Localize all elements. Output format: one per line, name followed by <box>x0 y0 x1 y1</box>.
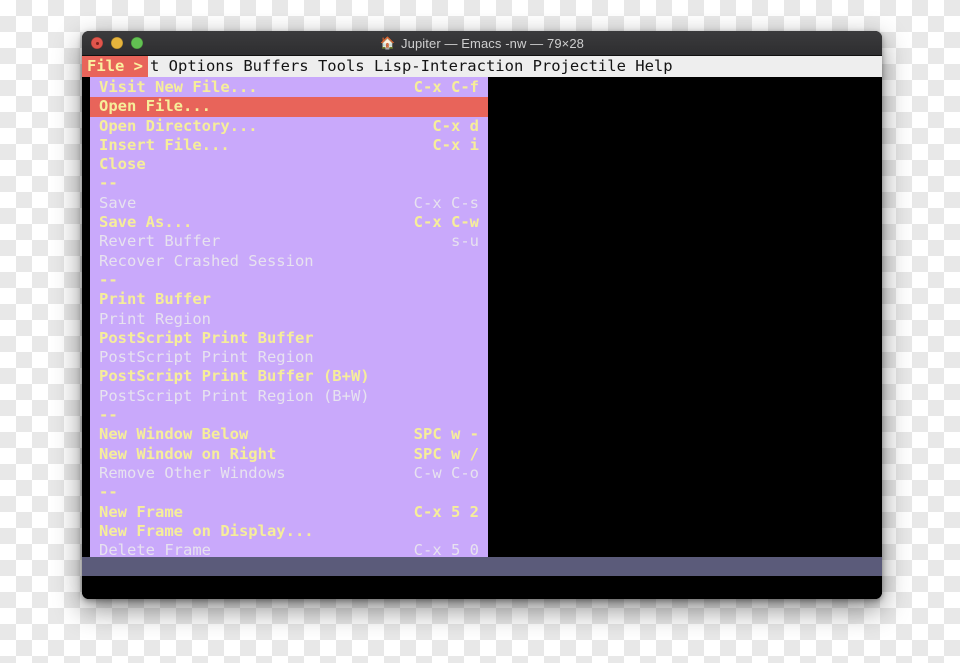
menu-item-label: -- <box>99 483 118 502</box>
menu-item[interactable]: PostScript Print Region (B+W) <box>90 387 488 406</box>
menu-item[interactable]: Remove Other Windows C-w C-o <box>90 464 488 483</box>
menu-item-label: Save As... <box>99 213 193 232</box>
menu-item-label: New Window Below <box>99 425 249 444</box>
window-title-text: Jupiter — Emacs -nw — 79×28 <box>401 35 584 51</box>
menu-item[interactable]: PostScript Print Buffer <box>90 329 488 348</box>
menu-item-label: -- <box>99 406 118 425</box>
menu-item-label: New Frame on Display... <box>99 521 314 540</box>
menu-item-label: New Window on Right <box>99 444 277 463</box>
menu-item-label: Insert File... <box>99 135 230 154</box>
menu-item-label: Save <box>99 193 137 212</box>
menu-item[interactable]: Save As... C-x C-w <box>90 213 488 232</box>
menu-item-shortcut: s-u <box>451 232 479 251</box>
window-title: 🏠 Jupiter — Emacs -nw — 79×28 <box>82 36 882 51</box>
menu-item[interactable]: Open Directory... C-x d <box>90 117 488 136</box>
menu-item-label: Revert Buffer <box>99 232 221 251</box>
emacs-terminal-window: 🏠 Jupiter — Emacs -nw — 79×28 File > t O… <box>82 31 882 599</box>
menu-separator: -- <box>90 406 488 425</box>
menu-separator: -- <box>90 483 488 502</box>
menu-item[interactable]: Print Buffer <box>90 290 488 309</box>
close-button[interactable] <box>91 37 103 49</box>
menu-item-label: PostScript Print Region <box>99 348 314 367</box>
menu-item[interactable]: Visit New File... C-x C-f <box>90 78 488 97</box>
menu-item-label: Open Directory... <box>99 116 258 135</box>
menu-item[interactable]: Print Region <box>90 310 488 329</box>
menu-file[interactable]: File > <box>82 56 148 77</box>
traffic-light-group <box>91 37 143 49</box>
menu-item[interactable]: New Window on Right SPC w / <box>90 445 488 464</box>
menu-item-label: PostScript Print Region (B+W) <box>99 386 370 405</box>
menu-item[interactable]: New Frame C-x 5 2 <box>90 503 488 522</box>
menu-item-label: Remove Other Windows <box>99 463 286 482</box>
menu-item[interactable]: PostScript Print Region <box>90 348 488 367</box>
menu-item[interactable]: Save C-x C-s <box>90 194 488 213</box>
menu-separator: -- <box>90 271 488 290</box>
menu-item[interactable]: Open File... <box>90 97 488 117</box>
menu-item[interactable]: Revert Buffer s-u <box>90 232 488 251</box>
menu-item-shortcut: C-x d <box>432 116 479 135</box>
menu-item[interactable]: Close <box>90 155 488 174</box>
menu-item-label: Visit New File... <box>99 78 258 96</box>
menu-bar-remaining-items[interactable]: t Options Buffers Tools Lisp-Interaction… <box>148 56 673 77</box>
emacs-echo-area: Read an existing file into an Emacs buff… <box>82 576 882 599</box>
menu-item-label: PostScript Print Buffer (B+W) <box>99 367 370 386</box>
menu-item-label: Print Region <box>99 309 211 328</box>
menu-item-label: -- <box>99 174 118 193</box>
maximize-button[interactable] <box>131 37 143 49</box>
window-titlebar[interactable]: 🏠 Jupiter — Emacs -nw — 79×28 <box>82 31 882 56</box>
menu-item-label: New Frame <box>99 502 183 521</box>
file-menu-dropdown[interactable]: Visit New File... C-x C-f Open File... Open… <box>90 77 488 580</box>
menu-item-label: Print Buffer <box>99 290 211 309</box>
emacs-menu-bar: File > t Options Buffers Tools Lisp-Inte… <box>82 56 882 77</box>
menu-item-label: Open File... <box>99 97 211 116</box>
menu-item-label: -- <box>99 270 118 289</box>
menu-item-shortcut: SPC w - <box>413 425 479 444</box>
menu-item-shortcut: C-x i <box>432 135 479 154</box>
menu-item-shortcut: C-w C-o <box>413 463 479 482</box>
menu-item-label: Close <box>99 155 146 174</box>
terminal-viewport: File > t Options Buffers Tools Lisp-Inte… <box>82 56 882 599</box>
menu-item[interactable]: Recover Crashed Session <box>90 252 488 271</box>
menu-item[interactable]: New Frame on Display... <box>90 522 488 541</box>
menu-item-shortcut: C-x C-w <box>413 213 479 232</box>
menu-item[interactable]: New Window Below SPC w - <box>90 425 488 444</box>
minimize-button[interactable] <box>111 37 123 49</box>
menu-separator: -- <box>90 174 488 193</box>
emacs-mode-line: > (Lisp Interaction FlyC- Projectile W <box>82 557 882 576</box>
menu-item-shortcut: C-x C-s <box>413 193 479 212</box>
menu-item-label: PostScript Print Buffer <box>99 328 314 347</box>
menu-item[interactable]: Insert File... C-x i <box>90 136 488 155</box>
menu-item-label: Recover Crashed Session <box>99 251 314 270</box>
menu-item-shortcut: SPC w / <box>413 444 479 463</box>
home-icon: 🏠 <box>379 36 396 50</box>
menu-item[interactable]: PostScript Print Buffer (B+W) <box>90 367 488 386</box>
menu-item-shortcut: C-x 5 2 <box>413 502 479 521</box>
menu-item-shortcut: C-x C-f <box>413 78 479 96</box>
